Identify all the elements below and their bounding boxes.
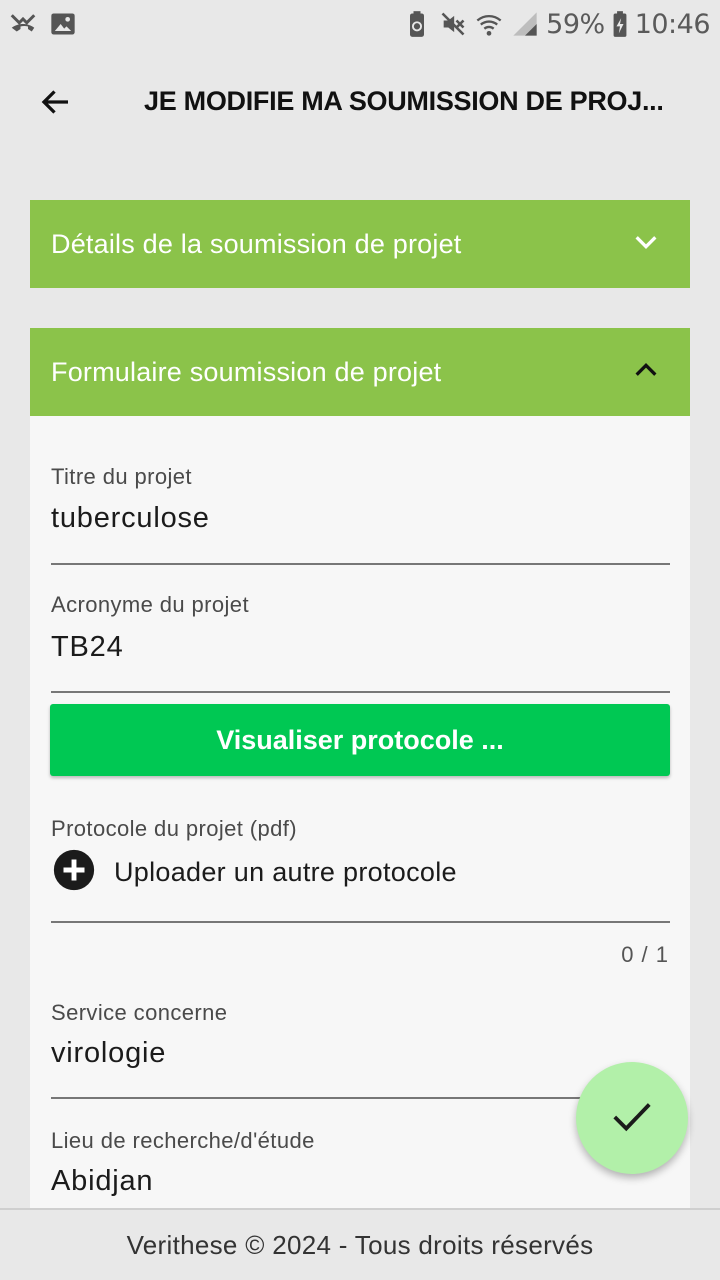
upload-label: Uploader un autre protocole [114,857,457,887]
arrow-back-icon [38,84,74,125]
file-counter: 0 / 1 [621,942,669,967]
panel-header-formulaire[interactable]: Formulaire soumission de projet [30,328,690,416]
submit-fab-button[interactable] [576,1062,688,1174]
titre-label: Titre du projet [51,464,192,489]
status-bar-left [8,9,78,39]
footer: Verithese © 2024 - Tous droits réservés [0,1208,720,1280]
status-bar: 59% 10:46 [0,0,720,48]
status-bar-right: 59% 10:46 [402,8,711,40]
titre-input[interactable]: tuberculose [51,502,210,535]
visualiser-protocole-button[interactable]: Visualiser protocole ... [50,704,670,776]
acronyme-field[interactable]: Acronyme du projet TB24 [51,584,670,693]
chevron-down-icon [632,228,660,261]
battery-saver-icon [402,9,432,39]
service-label: Service concerne [51,1000,228,1025]
clock: 10:46 [634,8,711,40]
acronyme-input[interactable]: TB24 [51,631,124,664]
upload-protocole-button[interactable]: Uploader un autre protocole [53,849,457,896]
footer-copyright: Verithese © 2024 - Tous droits réservés [126,1229,594,1260]
chevron-up-icon [632,356,660,389]
panel-title: Détails de la soumission de projet [51,228,462,259]
titre-field[interactable]: Titre du projet tuberculose [51,456,670,565]
missed-call-icon [8,9,38,39]
acronyme-label: Acronyme du projet [51,592,249,617]
mute-icon [438,9,468,39]
lieu-input[interactable]: Abidjan [51,1165,153,1198]
panel-title: Formulaire soumission de projet [51,356,442,387]
app-bar: JE MODIFIE MA SOUMISSION DE PROJ... [0,48,720,160]
lieu-label: Lieu de recherche/d'étude [51,1128,315,1153]
panel-header-details[interactable]: Détails de la soumission de projet [30,200,690,288]
battery-percent: 59% [546,8,605,40]
service-field[interactable]: Service concerne virologie [51,990,670,1099]
check-icon [609,1093,655,1144]
battery-charging-icon [611,9,629,39]
back-button[interactable] [30,78,82,130]
service-input[interactable]: virologie [51,1037,166,1070]
signal-icon [510,9,540,39]
image-icon [48,9,78,39]
protocole-label: Protocole du projet (pdf) [51,816,298,841]
page-title: JE MODIFIE MA SOUMISSION DE PROJ... [144,86,664,116]
wifi-icon [474,9,504,39]
add-circle-icon [53,849,95,896]
